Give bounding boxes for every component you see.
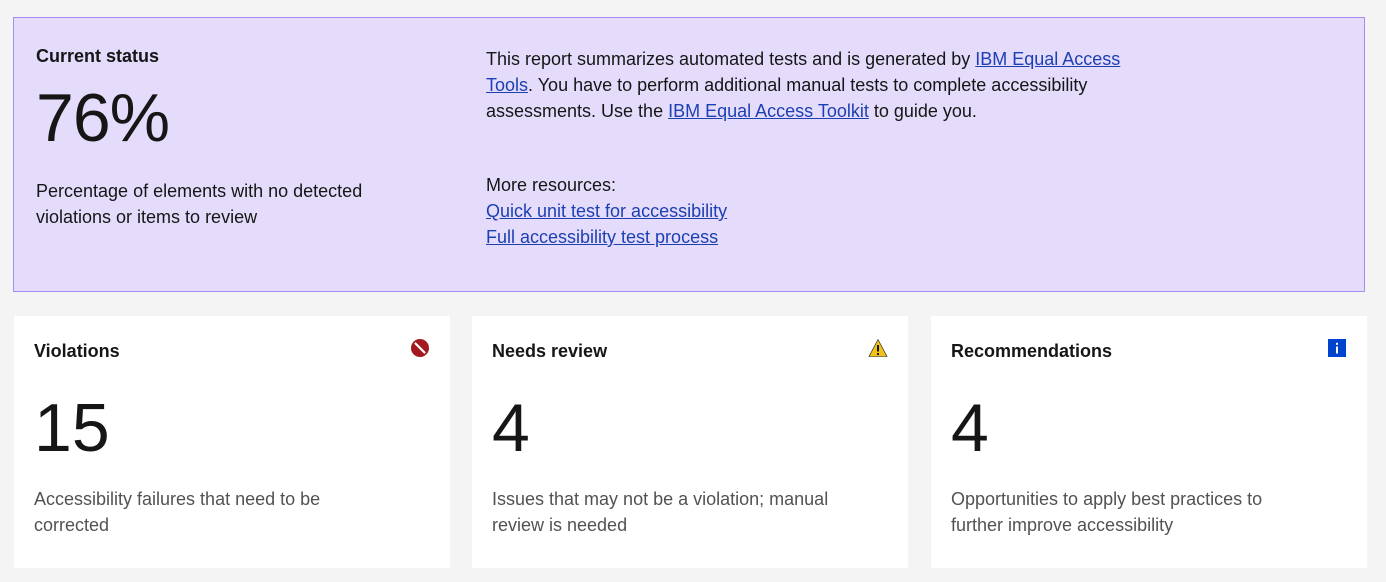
recommendations-card[interactable]: Recommendations 4 Opportunities to apply…	[931, 316, 1367, 568]
status-description: Percentage of elements with no detected …	[36, 181, 363, 227]
needs-review-card[interactable]: Needs review 4 Issues that may not be a …	[472, 316, 908, 568]
more-resources: More resources: Quick unit test for acce…	[486, 172, 1126, 250]
needs-review-count: 4	[492, 390, 530, 466]
status-percent: 76%	[36, 80, 170, 156]
intro-text-3: to guide you.	[868, 101, 977, 121]
violations-card[interactable]: Violations 15 Accessibility failures tha…	[14, 316, 450, 568]
warning-icon	[868, 338, 888, 357]
intro-text-1: This report summarizes automated tests a…	[486, 49, 976, 69]
recommendations-description: Opportunities to apply best practices to…	[951, 489, 1263, 535]
recommendations-title: Recommendations	[951, 341, 1113, 361]
needs-review-description: Issues that may not be a violation; manu…	[492, 489, 829, 535]
violation-icon	[411, 339, 429, 357]
resources-label: More resources:	[486, 175, 617, 195]
needs-review-title: Needs review	[492, 341, 608, 361]
violations-description: Accessibility failures that need to be c…	[34, 489, 321, 535]
current-status-panel: Current status 76% Percentage of element…	[13, 17, 1365, 292]
recommendations-count: 4	[951, 390, 989, 466]
violations-title: Violations	[34, 341, 120, 361]
quick-unit-test-link[interactable]: Quick unit test for accessibility	[486, 198, 1126, 224]
info-icon	[1328, 339, 1346, 357]
violations-count: 15	[34, 390, 110, 466]
report-info: This report summarizes automated tests a…	[486, 46, 1126, 250]
ibm-equal-access-toolkit-link[interactable]: IBM Equal Access Toolkit	[668, 101, 869, 121]
report-intro: This report summarizes automated tests a…	[486, 46, 1126, 124]
status-title: Current status	[36, 46, 160, 66]
status-summary: Current status 76% Percentage of element…	[36, 44, 416, 230]
full-test-process-link[interactable]: Full accessibility test process	[486, 224, 1126, 250]
